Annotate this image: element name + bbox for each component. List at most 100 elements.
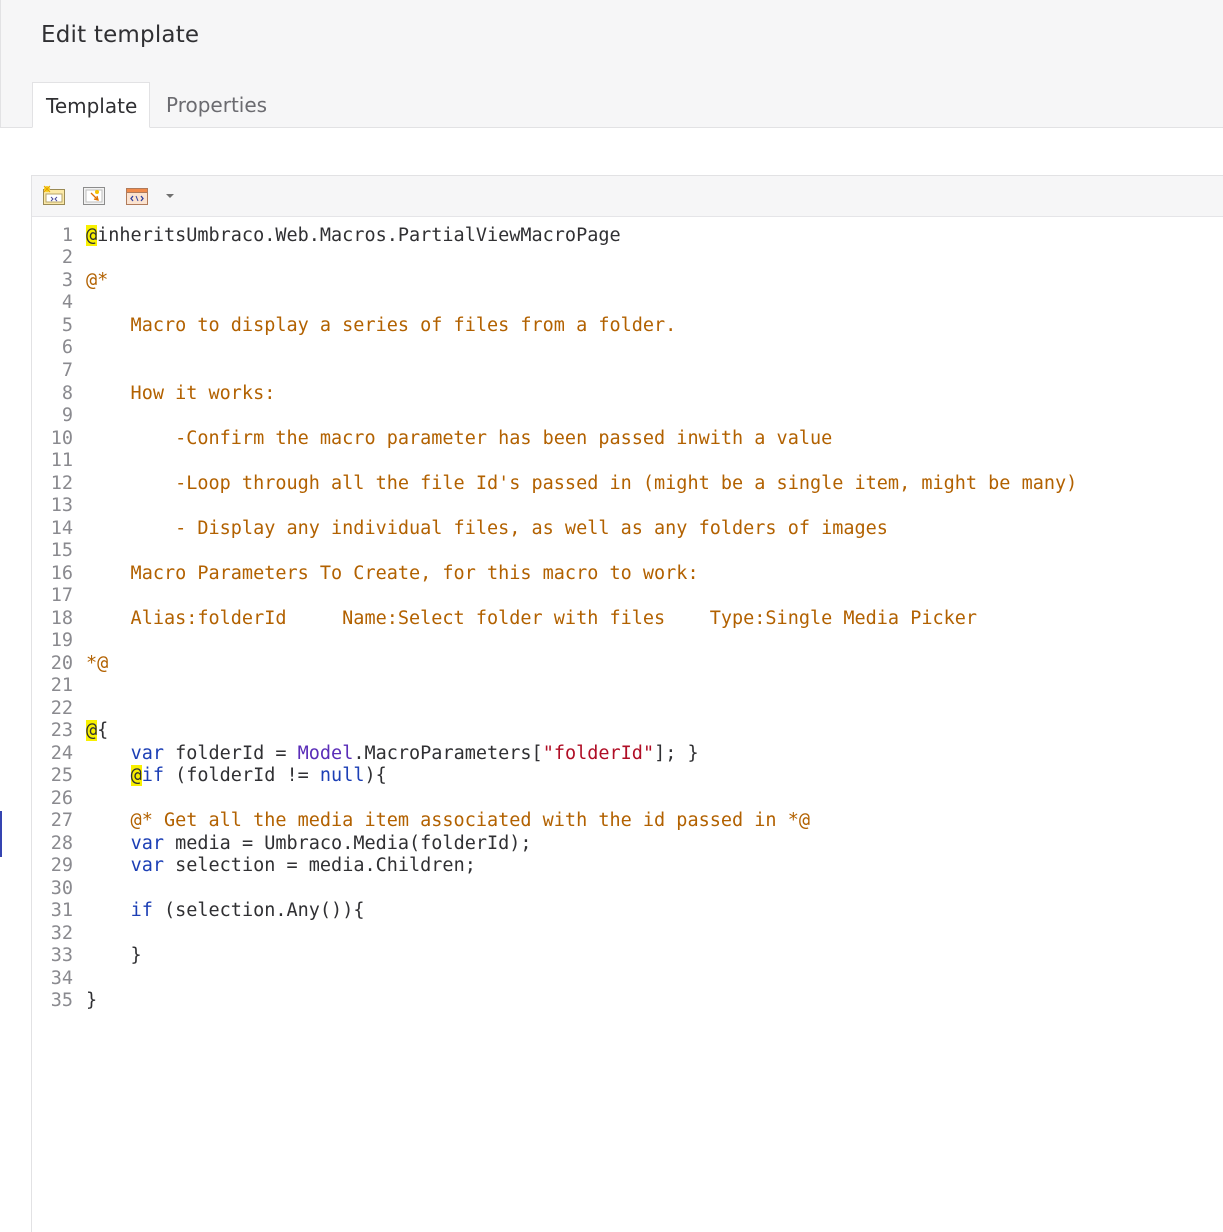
line-text: @inheritsUmbraco.Web.Macros.PartialViewM… xyxy=(86,225,621,247)
code-line[interactable]: 1 @inheritsUmbraco.Web.Macros.PartialView… xyxy=(0,225,1223,247)
code-line[interactable]: 30 xyxy=(0,878,1223,900)
code-line[interactable]: 24 var folderId = Model.MacroParameters[… xyxy=(0,743,1223,765)
code-line[interactable]: 23 @{ xyxy=(0,720,1223,742)
code-line[interactable]: 21 xyxy=(0,675,1223,697)
code-token: var xyxy=(130,743,164,764)
tab-template[interactable]: Template xyxy=(32,82,150,128)
code-line[interactable]: 31 if (selection.Any()){ xyxy=(0,900,1223,922)
code-token: var xyxy=(130,833,164,854)
code-token: if xyxy=(141,765,164,786)
code-line[interactable]: 3 @* xyxy=(0,270,1223,292)
editor-header: Edit template Template Properties xyxy=(0,0,1223,128)
line-number: 28 xyxy=(50,833,73,854)
line-text: -Confirm the macro parameter has been pa… xyxy=(86,428,832,450)
code-token: Macro Parameters To Create, for this mac… xyxy=(86,563,699,584)
line-text: var selection = media.Children; xyxy=(86,855,476,877)
line-number: 3 xyxy=(61,270,73,291)
line-number: 7 xyxy=(61,360,73,381)
line-text: How it works: xyxy=(86,383,276,405)
code-line[interactable]: 14 - Display any individual files, as we… xyxy=(0,518,1223,540)
line-text: @{ xyxy=(86,720,108,742)
line-number: 24 xyxy=(50,743,73,764)
line-number: 29 xyxy=(50,855,73,876)
code-token: .MacroParameters[ xyxy=(353,743,543,764)
code-line[interactable]: 6 xyxy=(0,337,1223,359)
line-number: 20 xyxy=(50,653,73,674)
tab-properties[interactable]: Properties xyxy=(153,82,280,128)
code-token: - Display any individual files, as well … xyxy=(86,518,888,539)
code-line[interactable]: 33 } xyxy=(0,945,1223,967)
code-token: ]; } xyxy=(654,743,699,764)
line-number: 30 xyxy=(50,878,73,899)
code-token: selection = media.Children; xyxy=(163,855,476,876)
code-line[interactable]: 28 var media = Umbraco.Media(folderId); xyxy=(0,833,1223,855)
line-number: 16 xyxy=(50,563,73,584)
code-line[interactable]: 19 xyxy=(0,630,1223,652)
code-line[interactable]: 13 xyxy=(0,495,1223,517)
code-token: if xyxy=(130,900,153,921)
line-text: - Display any individual files, as well … xyxy=(86,518,888,540)
code-token: (selection.Any()){ xyxy=(152,900,365,921)
code-token: inheritsUmbraco.Web.Macros.PartialViewMa… xyxy=(97,225,621,246)
code-line[interactable]: 11 xyxy=(0,450,1223,472)
code-line[interactable]: 16 Macro Parameters To Create, for this … xyxy=(0,563,1223,585)
line-number: 27 xyxy=(50,810,73,831)
line-number: 33 xyxy=(50,945,73,966)
code-line[interactable]: 18 Alias:folderId Name:Select folder wit… xyxy=(0,608,1223,630)
code-line[interactable]: 32 xyxy=(0,923,1223,945)
code-line[interactable]: 5 Macro to display a series of files fro… xyxy=(0,315,1223,337)
line-text: Macro Parameters To Create, for this mac… xyxy=(86,563,699,585)
line-number: 4 xyxy=(61,292,73,313)
code-line[interactable]: 8 How it works: xyxy=(0,383,1223,405)
code-line[interactable]: 26 xyxy=(0,788,1223,810)
insert-field-button[interactable] xyxy=(82,185,106,207)
header-divider xyxy=(0,127,1223,128)
code-line[interactable]: 2 xyxy=(0,247,1223,269)
code-line[interactable]: 20 *@ xyxy=(0,653,1223,675)
code-token: (folderId != xyxy=(163,765,320,786)
code-line[interactable]: 15 xyxy=(0,540,1223,562)
line-text: var folderId = Model.MacroParameters["fo… xyxy=(86,743,699,765)
chevron-down-icon xyxy=(166,194,174,198)
code-line[interactable]: 9 xyxy=(0,405,1223,427)
code-line[interactable]: 29 var selection = media.Children; xyxy=(0,855,1223,877)
code-token: How it works: xyxy=(86,383,276,404)
code-token: var xyxy=(130,855,164,876)
code-token: "folderId" xyxy=(542,743,655,764)
line-number: 18 xyxy=(50,608,73,629)
line-text: @if (folderId != null){ xyxy=(86,765,387,787)
line-number: 5 xyxy=(61,315,73,336)
line-number: 35 xyxy=(50,990,73,1011)
code-token: media = Umbraco.Media(folderId); xyxy=(163,833,532,854)
code-line[interactable]: 10 -Confirm the macro parameter has been… xyxy=(0,428,1223,450)
insert-macro-icon xyxy=(43,185,65,205)
code-line[interactable]: 27 @* Get all the media item associated … xyxy=(0,810,1223,832)
code-token: -Confirm the macro parameter has been pa… xyxy=(86,428,833,449)
toolbar-dropdown-toggle[interactable] xyxy=(163,188,177,202)
code-token: } xyxy=(86,945,142,966)
code-token: *@ xyxy=(86,653,109,674)
code-line[interactable]: 17 xyxy=(0,585,1223,607)
insert-macro-button[interactable] xyxy=(42,185,66,207)
code-token: ){ xyxy=(364,765,387,786)
line-number: 13 xyxy=(50,495,73,516)
page-title: Edit template xyxy=(41,22,200,48)
line-number: 22 xyxy=(50,698,73,719)
code-line[interactable]: 7 xyxy=(0,360,1223,382)
line-text: var media = Umbraco.Media(folderId); xyxy=(86,833,532,855)
line-number: 32 xyxy=(50,923,73,944)
code-line[interactable]: 22 xyxy=(0,698,1223,720)
code-line[interactable]: 35} xyxy=(0,990,1223,1012)
code-line[interactable]: 4 xyxy=(0,292,1223,314)
line-number: 15 xyxy=(50,540,73,561)
insert-section-button[interactable] xyxy=(125,185,149,207)
code-line[interactable]: 12 -Loop through all the file Id's passe… xyxy=(0,473,1223,495)
code-line[interactable]: 34 xyxy=(0,968,1223,990)
code-line[interactable]: 25 @if (folderId != null){ xyxy=(0,765,1223,787)
code-token: { xyxy=(97,720,109,741)
code-token: @ xyxy=(86,720,98,741)
